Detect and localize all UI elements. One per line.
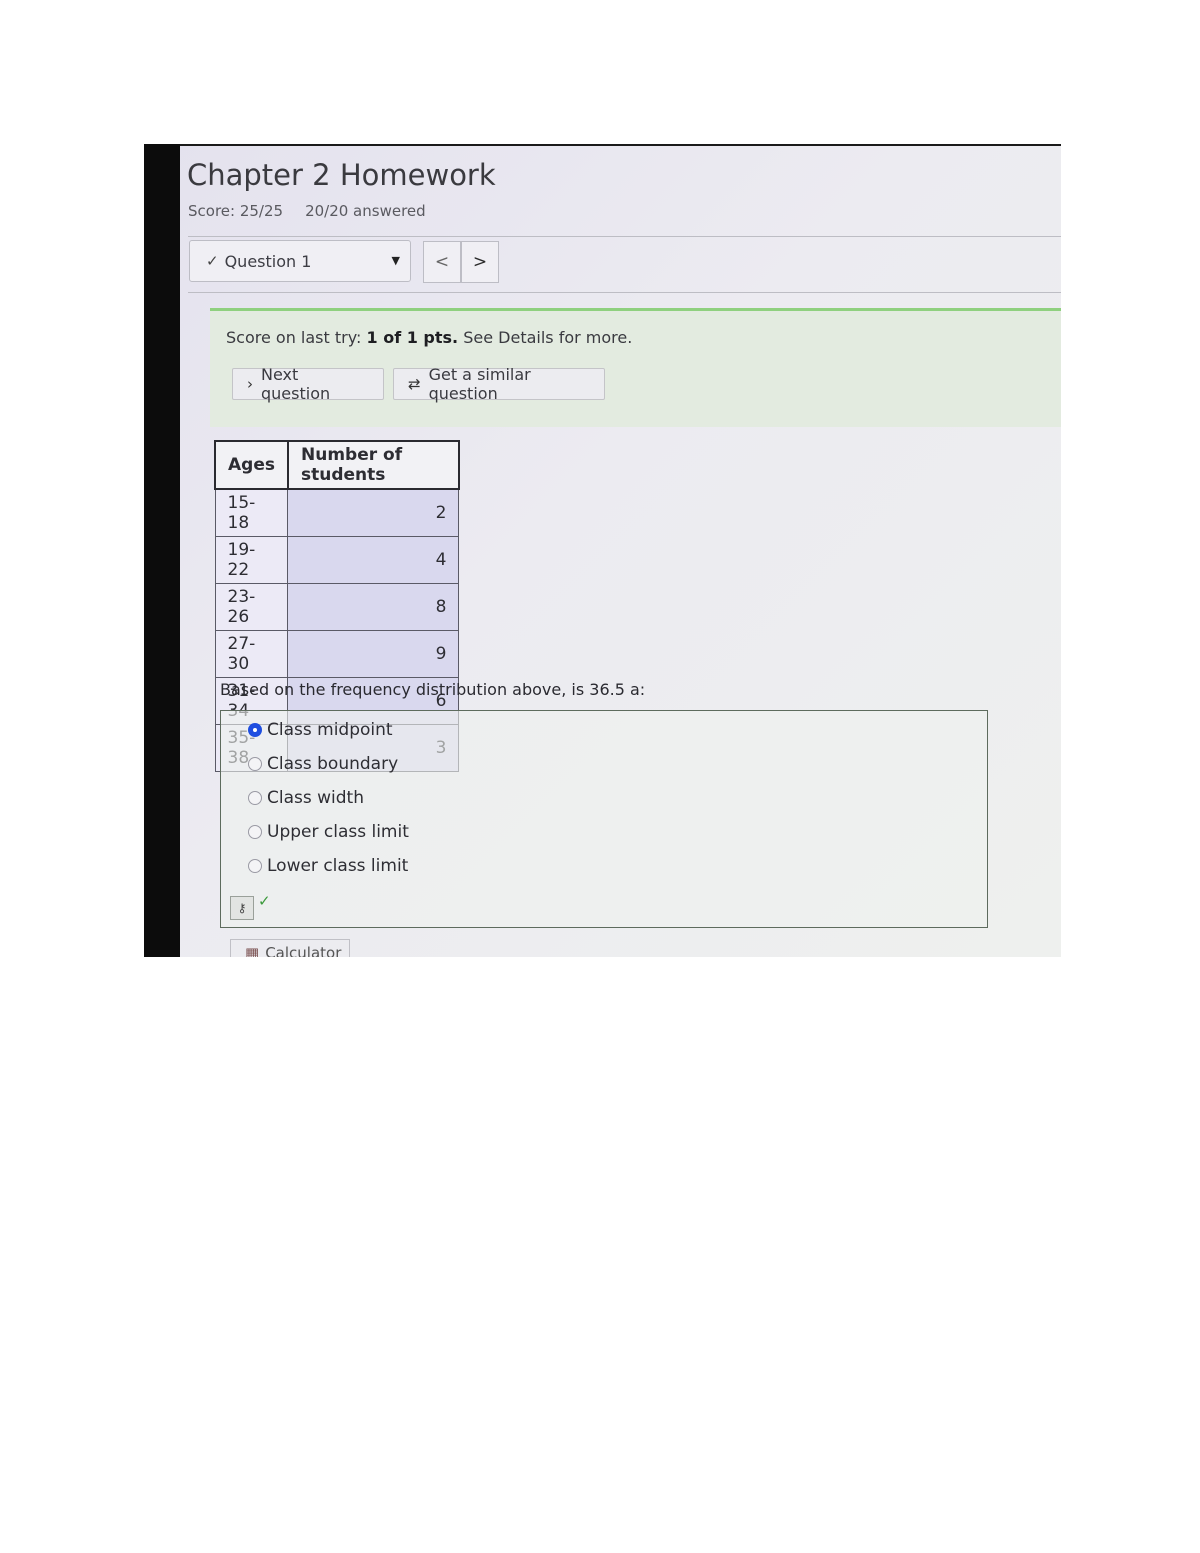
option-class-boundary[interactable]: Class boundary <box>248 754 398 774</box>
calculator-label: Calculator <box>265 944 342 957</box>
age-cell: 23-26 <box>214 583 289 631</box>
option-label: Class boundary <box>267 754 399 774</box>
column-header-ages: Ages <box>214 440 289 490</box>
screen-photo: Chapter 2 Homework Score: 25/25 20/20 ans… <box>144 144 1061 957</box>
table-row: 23-26 8 <box>214 583 460 631</box>
age-cell: 19-22 <box>214 536 289 584</box>
chevron-left-icon: < <box>434 252 450 272</box>
chevron-right-icon: > <box>472 252 488 272</box>
table-header-row: Ages Number of students <box>214 440 460 490</box>
last-try-prefix: Score on last try: <box>226 328 367 347</box>
chevron-right-icon: › <box>247 375 253 393</box>
option-label: Lower class limit <box>267 856 409 876</box>
similar-question-button[interactable]: ⇄ Get a similar question <box>393 365 605 403</box>
option-class-width[interactable]: Class width <box>248 788 364 808</box>
age-cell: 15-18 <box>214 488 289 537</box>
key-button[interactable]: ⚷ <box>230 896 254 920</box>
table-row: 15-18 2 <box>214 488 460 537</box>
answered-text: 20/20 answered <box>305 202 426 220</box>
option-label: Class midpoint <box>267 720 393 740</box>
last-try-suffix: See Details for more. <box>458 328 633 347</box>
count-cell: 9 <box>287 630 460 678</box>
radio-selected-icon[interactable] <box>248 723 262 737</box>
radio-icon[interactable] <box>248 757 262 771</box>
header-divider <box>188 236 1061 237</box>
checkmark-icon: ✓ <box>206 252 219 270</box>
calculator-icon: ▦ <box>245 944 260 957</box>
answer-box <box>220 710 988 928</box>
question-select-label: Question 1 <box>224 251 312 271</box>
monitor-top-edge <box>180 144 1061 146</box>
next-question-arrow-button[interactable]: > <box>461 241 499 283</box>
radio-icon[interactable] <box>248 825 262 839</box>
radio-icon[interactable] <box>248 791 262 805</box>
nav-divider <box>188 292 1061 293</box>
count-cell: 2 <box>287 488 460 537</box>
question-text: Based on the frequency distribution abov… <box>220 680 646 699</box>
caret-down-icon: ▼ <box>391 254 400 267</box>
key-icon: ⚷ <box>237 901 247 915</box>
similar-question-label: Get a similar question <box>428 365 531 403</box>
table-row: 27-30 9 <box>214 630 460 678</box>
correct-checkmark-icon: ✓ <box>258 892 271 910</box>
option-label: Class width <box>267 788 364 808</box>
next-question-label: Next question <box>261 365 331 403</box>
count-cell: 4 <box>287 536 460 584</box>
next-question-button[interactable]: › Next question <box>232 365 384 403</box>
question-select[interactable]: ✓ Question 1 ▼ <box>189 240 411 282</box>
page-title: Chapter 2 Homework <box>187 158 496 192</box>
radio-icon[interactable] <box>248 859 262 873</box>
last-try-text: Score on last try: 1 of 1 pts. See Detai… <box>226 328 632 347</box>
option-label: Upper class limit <box>267 822 409 842</box>
last-try-points: 1 of 1 pts. <box>366 328 459 347</box>
age-cell: 27-30 <box>214 630 289 678</box>
column-header-students: Number of students <box>286 440 460 490</box>
count-cell: 8 <box>287 583 460 631</box>
option-upper-class-limit[interactable]: Upper class limit <box>248 822 409 842</box>
repeat-icon: ⇄ <box>408 375 421 393</box>
calculator-button[interactable]: ▦ Calculator <box>230 939 350 957</box>
option-lower-class-limit[interactable]: Lower class limit <box>248 856 408 876</box>
score-text: Score: 25/25 <box>188 202 284 220</box>
monitor-bezel <box>144 144 180 957</box>
score-summary: Score: 25/25 20/20 answered <box>188 202 426 220</box>
option-class-midpoint[interactable]: Class midpoint <box>248 720 393 740</box>
previous-question-button[interactable]: < <box>423 241 461 283</box>
table-row: 19-22 4 <box>214 536 460 584</box>
